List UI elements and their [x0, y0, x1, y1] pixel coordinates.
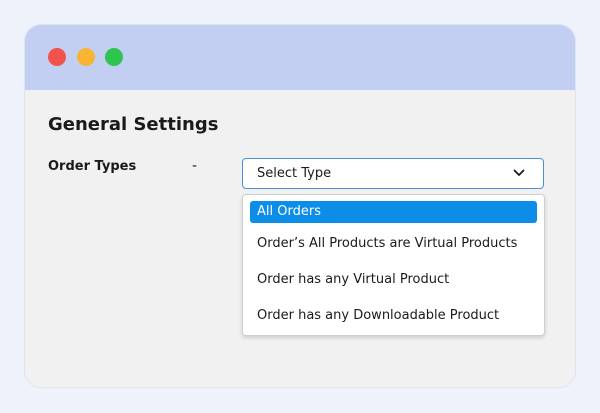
option-all-products-virtual[interactable]: Order’s All Products are Virtual Product… [250, 236, 537, 251]
chevron-down-icon [513, 169, 525, 176]
order-types-label: Order Types [48, 159, 137, 174]
option-any-downloadable-product[interactable]: Order has any Downloadable Product [250, 308, 537, 323]
maximize-window-button[interactable] [105, 48, 123, 66]
order-type-select[interactable]: Select Type [242, 158, 544, 189]
close-window-button[interactable] [48, 48, 66, 66]
app-window: General Settings Order Types - Select Ty… [25, 25, 575, 387]
order-type-dropdown-list: All Orders Order’s All Products are Virt… [242, 194, 545, 336]
minimize-window-button[interactable] [77, 48, 95, 66]
select-value: Select Type [257, 166, 332, 181]
option-all-orders[interactable]: All Orders [250, 201, 537, 223]
window-titlebar [25, 25, 575, 90]
label-separator: - [192, 158, 198, 174]
page-title: General Settings [48, 114, 219, 135]
option-any-virtual-product[interactable]: Order has any Virtual Product [250, 272, 537, 287]
